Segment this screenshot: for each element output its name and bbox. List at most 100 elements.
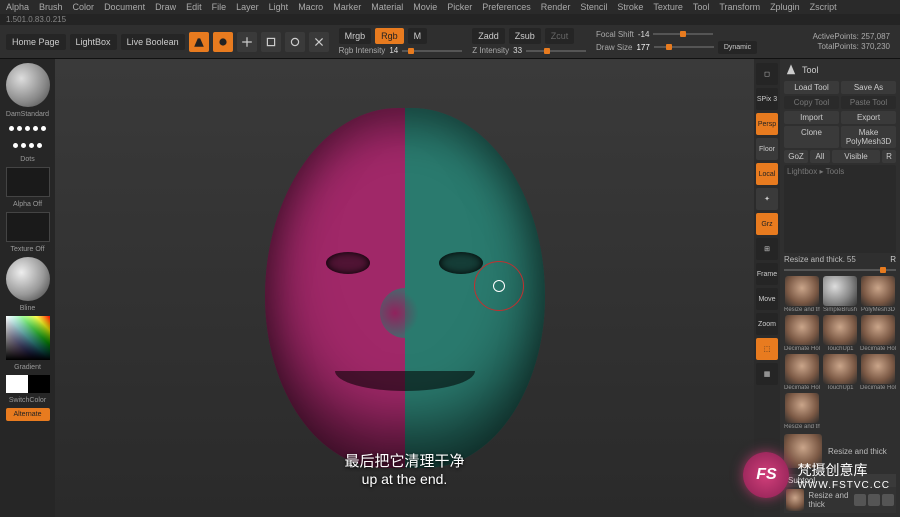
color-picker[interactable] (6, 316, 50, 360)
solo-icon[interactable]: ▦ (756, 363, 778, 385)
menu-texture[interactable]: Texture (653, 2, 683, 12)
rgb-button[interactable]: Rgb (375, 28, 404, 44)
m-button[interactable]: M (408, 28, 428, 44)
draw-size-slider[interactable] (654, 46, 714, 48)
menu-movie[interactable]: Movie (413, 2, 437, 12)
spix-button[interactable]: SPix 3 (756, 88, 778, 110)
menu-brush[interactable]: Brush (39, 2, 63, 12)
save-as-button[interactable]: Save As (841, 81, 896, 94)
menu-macro[interactable]: Macro (298, 2, 323, 12)
bpr-icon[interactable]: ◻ (756, 63, 778, 85)
menu-document[interactable]: Document (104, 2, 145, 12)
stroke-label: Dots (20, 156, 34, 163)
rgb-intensity-value[interactable]: 14 (389, 46, 398, 55)
local-button[interactable]: Local (756, 163, 778, 185)
edit-mode-icon[interactable] (189, 32, 209, 52)
floor-button[interactable]: Floor (756, 138, 778, 160)
draw-size-value[interactable]: 177 (636, 43, 649, 52)
clone-button[interactable]: Clone (784, 126, 839, 148)
import-button[interactable]: Import (784, 111, 839, 124)
tool-thumb-3[interactable]: Decimate Hollow (784, 315, 820, 352)
dynamic-button[interactable]: Dynamic (718, 41, 757, 54)
mrgb-button[interactable]: Mrgb (339, 28, 372, 44)
xyz-icon[interactable]: ⊞ (756, 238, 778, 260)
tool-thumb-2[interactable]: PolyMesh3D (860, 276, 896, 313)
zcut-button[interactable]: Zcut (545, 28, 575, 44)
make-polymesh-button[interactable]: Make PolyMesh3D (841, 126, 896, 148)
tool-thumb-8[interactable]: Decimate Hollow (860, 354, 896, 391)
zoom-button[interactable]: Zoom (756, 313, 778, 335)
z-intensity-value[interactable]: 33 (513, 46, 522, 55)
paste-tool-button[interactable]: Paste Tool (841, 96, 896, 109)
z-intensity-slider[interactable] (526, 50, 586, 52)
menu-stroke[interactable]: Stroke (617, 2, 643, 12)
menu-zscript[interactable]: Zscript (810, 2, 837, 12)
menu-draw[interactable]: Draw (155, 2, 176, 12)
menu-marker[interactable]: Marker (333, 2, 361, 12)
export-button[interactable]: Export (841, 111, 896, 124)
load-tool-button[interactable]: Load Tool (784, 81, 839, 94)
alternate-button[interactable]: Alternate (6, 408, 50, 421)
menu-layer[interactable]: Layer (236, 2, 259, 12)
scale-mode-icon[interactable] (261, 32, 281, 52)
tool-thumb-6[interactable]: Decimate Hollow (784, 354, 820, 391)
menu-preferences[interactable]: Preferences (482, 2, 531, 12)
switch-color-button[interactable]: SwitchColor (9, 397, 46, 404)
resize-slider[interactable] (784, 269, 896, 271)
tool-thumb-4[interactable]: TouchUp1 (822, 315, 858, 352)
lightbox-button[interactable]: LightBox (70, 34, 117, 50)
tool-thumb-7[interactable]: TouchUp1 (822, 354, 858, 391)
tool-header[interactable]: Tool (784, 63, 896, 77)
menu-stencil[interactable]: Stencil (580, 2, 607, 12)
transform-icon[interactable]: ⬚ (756, 338, 778, 360)
tool-thumb-9[interactable]: Resize and thick (784, 393, 820, 430)
tool-thumb-1[interactable]: SimpleBrush (822, 276, 858, 313)
alpha-thumbnail[interactable] (6, 167, 50, 197)
menu-zplugin[interactable]: Zplugin (770, 2, 800, 12)
move-mode-icon[interactable] (237, 32, 257, 52)
menu-alpha[interactable]: Alpha (6, 2, 29, 12)
frame-button[interactable]: Frame (756, 263, 778, 285)
persp-button[interactable]: Persp (756, 113, 778, 135)
lightbox-tools-button[interactable]: Lightbox ▸ Tools (784, 165, 896, 253)
copy-tool-button[interactable]: Copy Tool (784, 96, 839, 109)
focal-shift-slider[interactable] (653, 33, 713, 35)
collapse-r-icon[interactable]: R (890, 255, 896, 264)
current-colors[interactable] (6, 375, 50, 393)
zadd-button[interactable]: Zadd (472, 28, 505, 44)
goz-all-button[interactable]: All (810, 150, 830, 163)
grz-button[interactable]: Grz (756, 213, 778, 235)
canvas-viewport[interactable]: 最后把它清理干净 up at the end. (55, 59, 754, 517)
rgb-intensity-slider[interactable] (402, 50, 462, 52)
rotate-mode-icon[interactable] (285, 32, 305, 52)
tool-thumb-0[interactable]: Resize and thick (784, 276, 820, 313)
gizmo-icon[interactable] (309, 32, 329, 52)
gradient-label[interactable]: Gradient (14, 364, 41, 371)
menu-picker[interactable]: Picker (447, 2, 472, 12)
live-boolean-button[interactable]: Live Boolean (121, 34, 185, 50)
goz-visible-button[interactable]: Visible (832, 150, 880, 163)
texture-thumbnail[interactable] (6, 212, 50, 242)
material-thumbnail[interactable] (6, 257, 50, 301)
goz-r-button[interactable]: R (882, 150, 896, 163)
menu-file[interactable]: File (212, 2, 227, 12)
move-button[interactable]: Move (756, 288, 778, 310)
menu-transform[interactable]: Transform (719, 2, 760, 12)
zsub-button[interactable]: Zsub (509, 28, 541, 44)
menu-light[interactable]: Light (269, 2, 289, 12)
watermark: FS 梵摄创意库 WWW.FSTVC.CC (743, 452, 890, 498)
focal-shift-value[interactable]: -14 (638, 30, 650, 39)
menu-render[interactable]: Render (541, 2, 571, 12)
xpose-icon[interactable]: ✦ (756, 188, 778, 210)
resize-slider-value[interactable]: 55 (847, 255, 856, 264)
brush-thumbnail[interactable] (6, 63, 50, 107)
stroke-thumbnail[interactable] (6, 122, 50, 152)
tool-thumb-5[interactable]: Decimate Hollow 4 (860, 315, 896, 352)
menu-color[interactable]: Color (73, 2, 95, 12)
menu-tool[interactable]: Tool (693, 2, 710, 12)
home-page-button[interactable]: Home Page (6, 34, 66, 50)
draw-mode-icon[interactable] (213, 32, 233, 52)
menu-edit[interactable]: Edit (186, 2, 202, 12)
goz-button[interactable]: GoZ (784, 150, 808, 163)
menu-material[interactable]: Material (371, 2, 403, 12)
